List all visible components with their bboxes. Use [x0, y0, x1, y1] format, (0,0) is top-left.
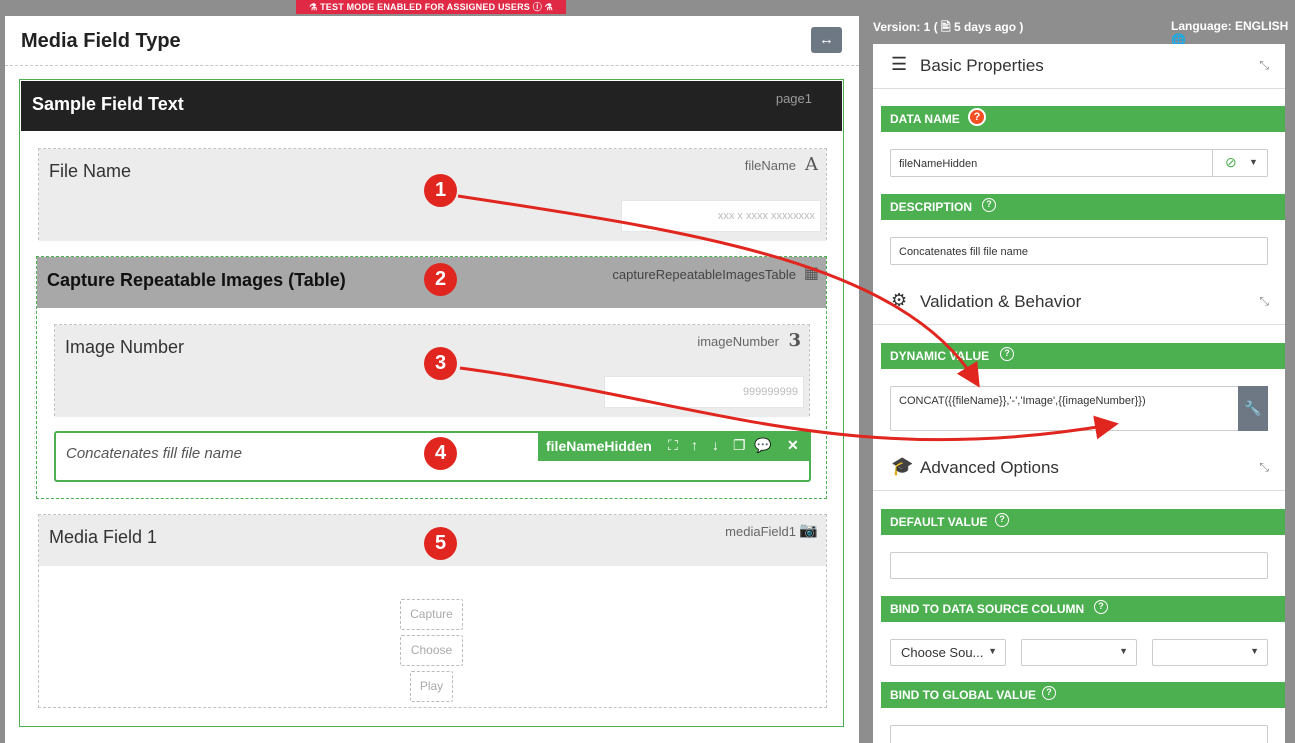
annotation-arrows — [457, 194, 1119, 442]
arrow-1-to-dynamic-value — [457, 194, 980, 388]
arrow-3-to-dynamic-value — [459, 366, 1119, 442]
